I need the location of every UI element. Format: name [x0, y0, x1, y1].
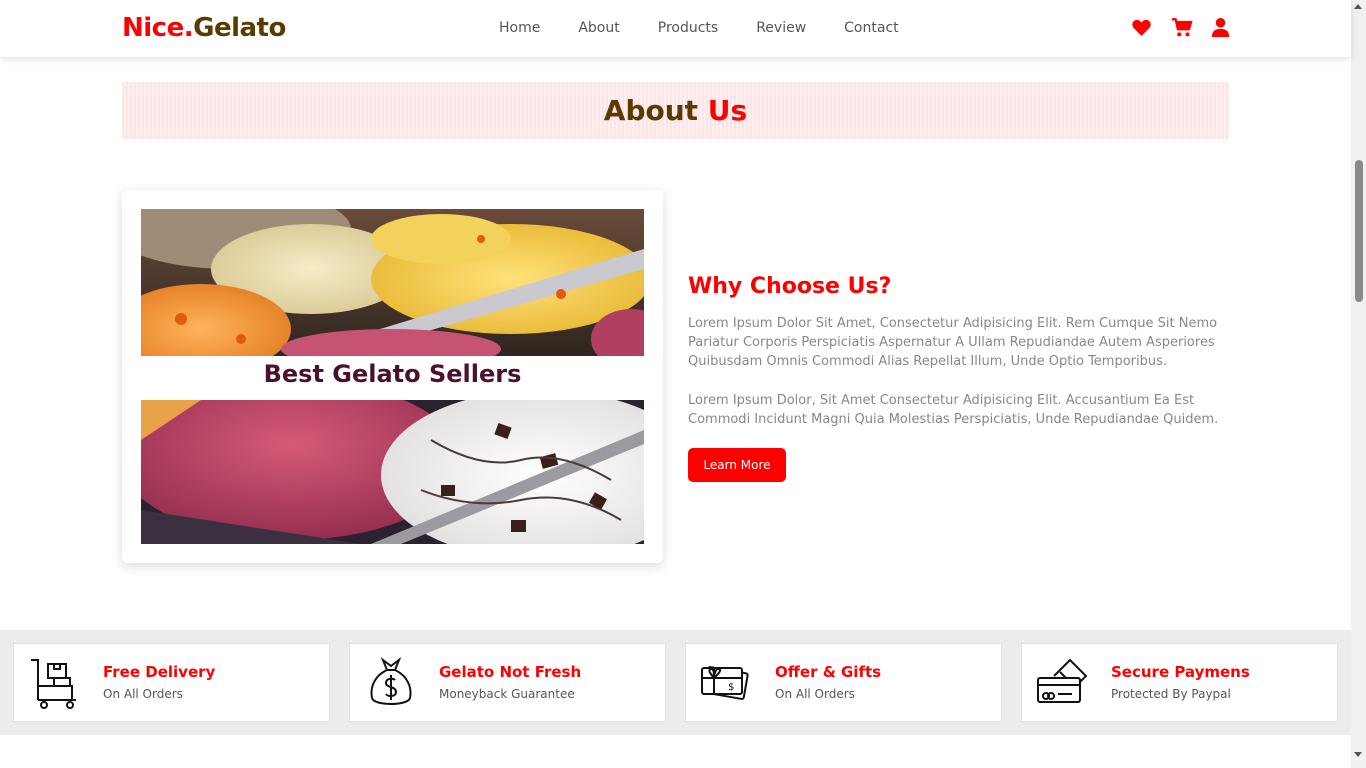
- why-choose-title: Why Choose Us?: [688, 274, 892, 299]
- feature-subtitle: Protected By Paypal: [1111, 687, 1231, 701]
- credit-card-icon: [1036, 656, 1090, 710]
- nav-review[interactable]: Review: [756, 20, 806, 36]
- gelato-image-card: Best Gelato Sellers: [122, 190, 663, 563]
- cart-icon[interactable]: [1171, 17, 1193, 38]
- page-scrollbar[interactable]: [1351, 0, 1366, 768]
- title-part1: About: [603, 94, 708, 127]
- scroll-up-arrow-icon[interactable]: [1354, 4, 1362, 9]
- nav-contact[interactable]: Contact: [844, 20, 898, 36]
- svg-text:$: $: [728, 682, 734, 693]
- feature-title: Gelato Not Fresh: [439, 663, 582, 681]
- gift-card-icon: $: [700, 656, 754, 710]
- gelato-display-photo-bottom: [141, 400, 644, 544]
- header: Nice.Gelato Home About Products Review C…: [0, 0, 1351, 57]
- feature-subtitle: On All Orders: [775, 687, 855, 701]
- section-title: About Us: [604, 94, 747, 127]
- feature-free-delivery: Free Delivery On All Orders: [13, 643, 330, 722]
- scroll-down-arrow-icon[interactable]: [1354, 752, 1362, 757]
- feature-subtitle: Moneyback Guarantee: [439, 687, 575, 701]
- nav-products[interactable]: Products: [658, 20, 718, 36]
- why-paragraph-1: Lorem Ipsum Dolor Sit Amet, Consectetur …: [688, 316, 1218, 369]
- image-caption: Best Gelato Sellers: [263, 360, 522, 388]
- about-banner: About Us: [122, 82, 1229, 139]
- title-part2: Us: [707, 94, 748, 127]
- feature-title: Free Delivery: [103, 663, 216, 681]
- learn-more-button[interactable]: Learn More: [688, 448, 786, 482]
- feature-title: Offer & Gifts: [775, 663, 882, 681]
- logo-part1: Nice.: [122, 13, 194, 43]
- feature-title: Secure Paymens: [1111, 663, 1250, 681]
- heart-icon[interactable]: [1131, 17, 1152, 38]
- feature-secure-payments: Secure Paymens Protected By Paypal: [1021, 643, 1338, 722]
- feature-not-fresh: Gelato Not Fresh Moneyback Guarantee: [349, 643, 666, 722]
- scrollbar-thumb[interactable]: [1355, 160, 1363, 302]
- user-icon[interactable]: [1211, 17, 1232, 38]
- logo-part2: Gelato: [193, 13, 286, 43]
- nav-about[interactable]: About: [578, 20, 619, 36]
- feature-subtitle: On All Orders: [103, 687, 183, 701]
- gelato-display-photo-top: [141, 209, 644, 356]
- page: Nice.Gelato Home About Products Review C…: [0, 0, 1366, 768]
- header-icons: [1131, 17, 1232, 38]
- features-strip: Free Delivery On All Orders Gelato Not F…: [0, 630, 1351, 735]
- money-bag-icon: [364, 656, 418, 710]
- delivery-cart-icon: [28, 656, 82, 710]
- nav-home[interactable]: Home: [499, 20, 540, 36]
- main-nav: Home About Products Review Contact: [499, 20, 937, 36]
- why-paragraph-2: Lorem Ipsum Dolor, Sit Amet Consectetur …: [688, 393, 1219, 427]
- logo[interactable]: Nice.Gelato: [122, 13, 286, 43]
- feature-offer-gifts: $ Offer & Gifts On All Orders: [685, 643, 1002, 722]
